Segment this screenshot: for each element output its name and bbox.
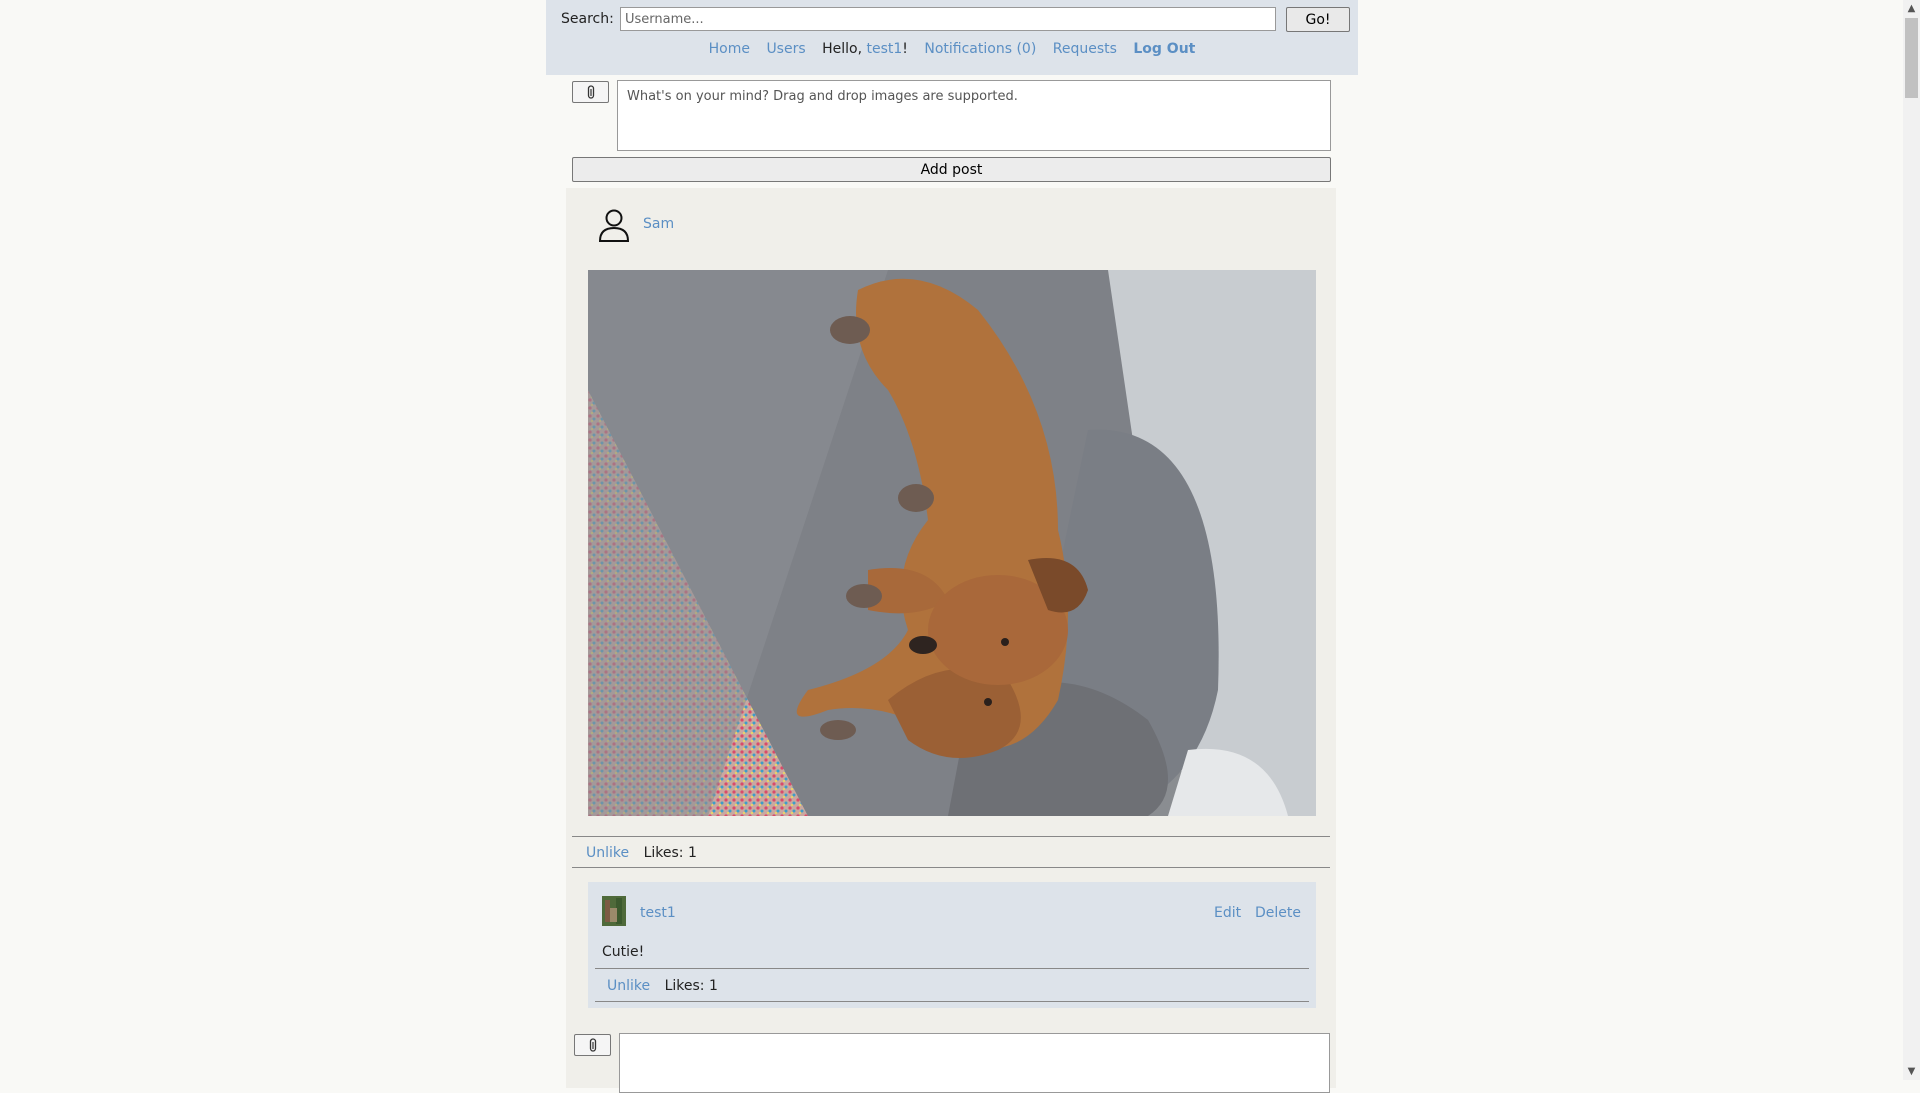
post-like-row: Unlike Likes: 1 (586, 845, 697, 861)
scroll-thumb[interactable] (1905, 18, 1918, 98)
greeting-suffix: ! (902, 41, 908, 57)
new-post-textarea[interactable] (617, 80, 1331, 151)
post-divider-top (572, 836, 1330, 837)
paperclip-icon (587, 85, 594, 99)
page-scrollbar[interactable] (1903, 0, 1920, 1080)
search-bar: Search: Go! (546, 7, 1358, 33)
greeting-prefix: Hello, (822, 41, 863, 57)
comment-unlike-link[interactable]: Unlike (607, 978, 650, 994)
comment-attach-button[interactable] (574, 1034, 611, 1056)
comment-author-link[interactable]: test1 (640, 905, 676, 921)
comment-likes-count: Likes: 1 (664, 978, 718, 994)
scroll-up-icon[interactable]: ▲ (1903, 0, 1920, 17)
scroll-down-icon[interactable]: ▼ (1903, 1063, 1920, 1080)
nav-bar: Home Users Hello, test1! Notifications (… (546, 41, 1358, 57)
comment-textarea[interactable] (619, 1033, 1330, 1093)
comment-edit-link[interactable]: Edit (1214, 905, 1241, 921)
search-label: Search: (561, 11, 614, 27)
nav-notifications-link[interactable]: Notifications (0) (924, 41, 1036, 57)
logout-link[interactable]: Log Out (1133, 41, 1195, 57)
top-header: Search: Go! Home Users Hello, test1! Not… (546, 0, 1358, 75)
comment-divider-bottom (595, 1001, 1309, 1002)
greeting: Hello, test1! (822, 41, 908, 57)
attach-image-button[interactable] (572, 81, 609, 103)
paperclip-icon (589, 1038, 596, 1052)
user-outline-icon (598, 209, 630, 242)
post-likes-count: Likes: 1 (643, 845, 697, 861)
post-divider-bottom (572, 867, 1330, 868)
comment-like-row: Unlike Likes: 1 (607, 978, 718, 994)
post-author-link[interactable]: Sam (643, 216, 674, 232)
dog-photo (588, 270, 1316, 816)
search-input[interactable] (620, 7, 1276, 31)
commenter-avatar (602, 896, 626, 926)
nav-home-link[interactable]: Home (709, 41, 750, 57)
go-button[interactable]: Go! (1286, 7, 1350, 32)
comment-text: Cutie! (602, 944, 645, 960)
nav-users-link[interactable]: Users (766, 41, 805, 57)
add-post-button[interactable]: Add post (572, 157, 1331, 182)
comment-divider-top (595, 968, 1309, 969)
post-image[interactable] (588, 270, 1316, 816)
comment-delete-link[interactable]: Delete (1255, 905, 1301, 921)
current-user-link[interactable]: test1 (867, 41, 903, 57)
nav-requests-link[interactable]: Requests (1053, 41, 1117, 57)
post-unlike-link[interactable]: Unlike (586, 845, 629, 861)
